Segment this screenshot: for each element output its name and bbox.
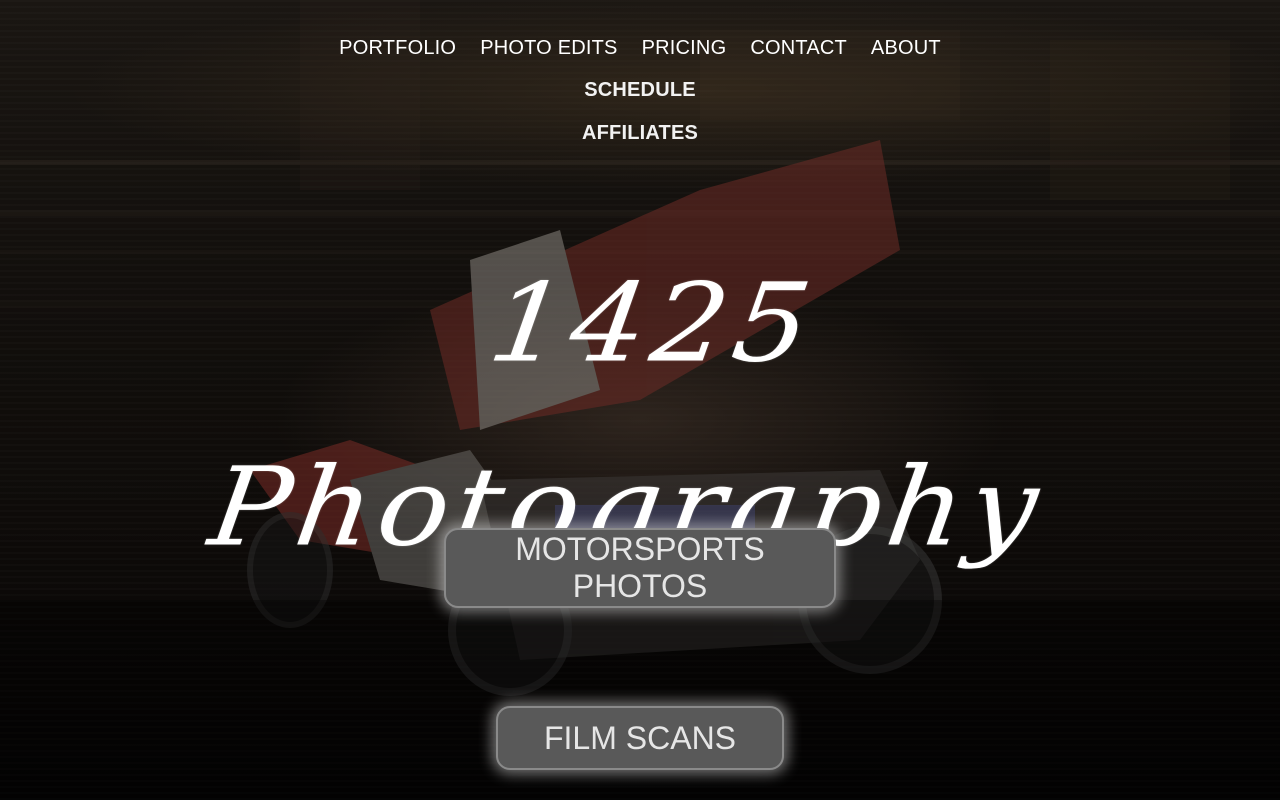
nav-link-about[interactable]: ABOUT: [871, 36, 941, 60]
nav-link-contact[interactable]: CONTACT: [750, 36, 847, 60]
nav-link-photo-edits[interactable]: PHOTO EDITS: [480, 36, 617, 60]
nav-row-affiliates: AFFILIATES: [0, 121, 1280, 145]
nav-row-schedule: SCHEDULE: [0, 78, 1280, 102]
site-logo: 1425 Photography: [100, 215, 1180, 571]
motorsports-photos-label: MOTORSPORTS PHOTOS: [515, 531, 765, 604]
film-scans-button[interactable]: FILM SCANS: [496, 706, 784, 770]
nav-link-schedule[interactable]: SCHEDULE: [584, 78, 696, 102]
nav-link-affiliates[interactable]: AFFILIATES: [582, 121, 698, 145]
nav-link-portfolio[interactable]: PORTFOLIO: [339, 36, 456, 60]
nav-link-pricing[interactable]: PRICING: [642, 36, 727, 60]
film-scans-label: FILM SCANS: [543, 719, 737, 756]
nav-row-primary: PORTFOLIO PHOTO EDITS PRICING CONTACT AB…: [0, 36, 1280, 60]
motorsports-photos-button[interactable]: MOTORSPORTS PHOTOS: [444, 528, 836, 608]
hero-section: PORTFOLIO PHOTO EDITS PRICING CONTACT AB…: [0, 0, 1280, 800]
